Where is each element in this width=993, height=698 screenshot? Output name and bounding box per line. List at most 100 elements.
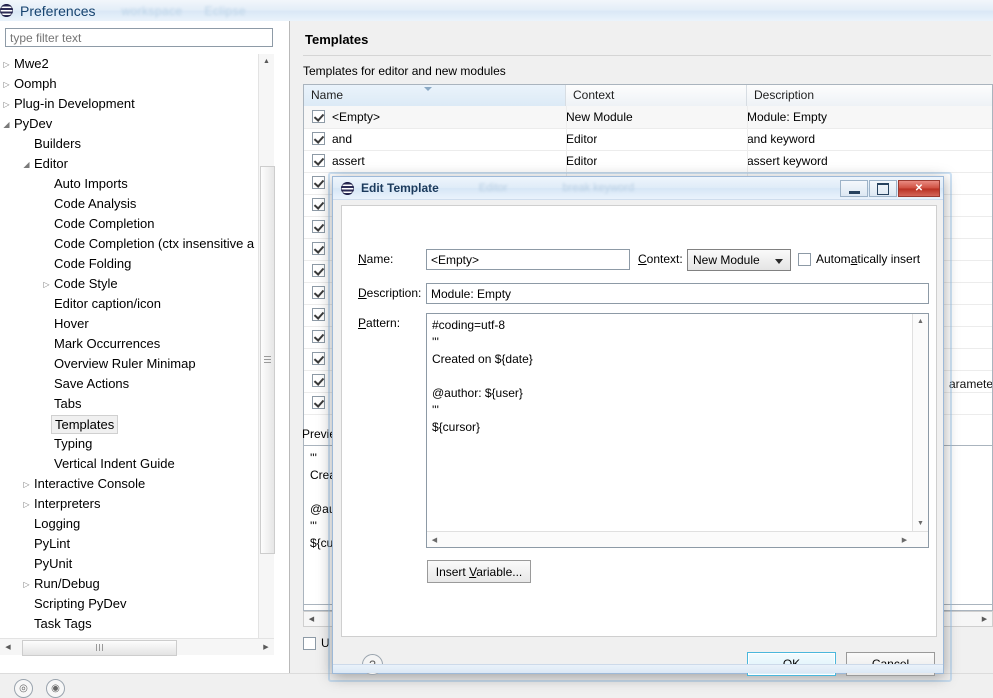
insert-variable-button[interactable]: Insert Variable... [427,560,531,583]
context-dropdown[interactable]: New Module [687,249,791,271]
sidebar-item-label: Code Completion [54,216,155,231]
row-checkbox[interactable] [312,220,325,233]
sidebar-item-plug-in-development[interactable]: ▷ Plug-in Development [0,94,289,114]
sidebar-item-pydev[interactable]: ◢ PyDev [0,114,289,134]
sidebar-item-mark-occurrences[interactable]: Mark Occurrences [0,334,289,354]
window-controls: ✕ [839,180,940,197]
sidebar-item-auto-imports[interactable]: Auto Imports [0,174,289,194]
pattern-horizontal-scrollbar[interactable]: ◀ ▶ [427,531,928,547]
column-header-name-label: Name [311,88,344,102]
tree-scroll-right-arrow[interactable]: ▶ [258,639,274,655]
sidebar-item-editor[interactable]: ◢ Editor [0,154,289,174]
sidebar-item-code-style[interactable]: ▷ Code Style [0,274,289,294]
table-row[interactable]: <Empty> New Module Module: Empty [304,106,992,128]
use-templates-checkbox-row[interactable]: U [303,636,330,650]
row-checkbox[interactable] [312,286,325,299]
filter-input[interactable] [5,28,273,47]
row-checkbox[interactable] [312,352,325,365]
sidebar-item-label: Builders [34,136,81,151]
pattern-vertical-scrollbar[interactable]: ▲ ▼ [912,314,928,531]
name-input[interactable] [426,249,630,270]
column-header-context[interactable]: Context [566,85,747,106]
sidebar-item-label: Typing [54,436,93,451]
pattern-text[interactable]: #coding=utf-8 ''' Created on ${date} @au… [427,314,912,531]
chevron-down-icon[interactable]: ◢ [1,114,12,134]
sidebar-item-typing[interactable]: Typing [0,434,289,454]
sidebar-item-mwe2[interactable]: ▷ Mwe2 [0,54,289,74]
sidebar-item-vertical-indent-guide[interactable]: Vertical Indent Guide [0,454,289,474]
row-checkbox[interactable] [312,132,325,145]
sidebar-item-run-debug[interactable]: ▷Run/Debug [0,574,289,594]
name-label: Name: [358,252,394,266]
row-checkbox[interactable] [312,176,325,189]
tree-scroll-left-arrow[interactable]: ◀ [0,639,16,655]
tree-vertical-scrollbar[interactable]: ▲ ▼ [258,54,275,648]
table-row[interactable]: assert Editor assert keyword [304,150,992,172]
row-checkbox[interactable] [312,264,325,277]
sidebar-item-save-actions[interactable]: Save Actions [0,374,289,394]
sidebar-item-hover[interactable]: Hover [0,314,289,334]
row-checkbox[interactable] [312,242,325,255]
description-input[interactable] [426,283,929,304]
table-scroll-right-arrow[interactable]: ▶ [977,612,992,626]
chevron-right-icon[interactable]: ▷ [21,574,32,594]
sidebar-item-templates[interactable]: Templates [0,414,289,434]
sidebar-item-scripting-pydev[interactable]: Scripting PyDev [0,594,289,614]
chevron-right-icon[interactable]: ▷ [41,274,52,294]
sidebar-item-oomph[interactable]: ▷ Oomph [0,74,289,94]
pattern-scroll-down-arrow[interactable]: ▼ [913,516,928,531]
automatically-insert-checkbox[interactable] [798,252,811,266]
sidebar-item-pylint[interactable]: PyLint [0,534,289,554]
row-checkbox[interactable] [312,110,325,123]
tree-horizontal-scrollbar-thumb[interactable] [22,640,177,656]
chevron-right-icon[interactable]: ▷ [1,74,12,94]
preferences-tree[interactable]: ▷ Mwe2 ▷ Oomph ▷ Plug-in Development ◢ PyDev Bui… [0,54,289,648]
row-checkbox[interactable] [312,396,325,409]
sidebar-item-code-analysis[interactable]: Code Analysis [0,194,289,214]
table-row[interactable]: and Editor and keyword [304,128,992,150]
use-templates-label: U [321,636,330,650]
close-button[interactable]: ✕ [898,180,940,197]
use-templates-checkbox[interactable] [303,636,316,650]
column-header-description[interactable]: Description [747,85,992,106]
sidebar-item-code-completion[interactable]: Code Completion [0,214,289,234]
chevron-down-icon[interactable]: ◢ [21,154,32,174]
sidebar-item-label: Overview Ruler Minimap [54,356,196,371]
sidebar-item-task-tags[interactable]: Task Tags [0,614,289,634]
tree-horizontal-scrollbar[interactable]: ◀ ▶ [0,638,274,656]
chevron-right-icon[interactable]: ▷ [21,494,32,514]
chevron-right-icon[interactable]: ▷ [1,54,12,74]
column-header-name[interactable]: Name [304,85,566,106]
sidebar-item-overview-ruler-minimap[interactable]: Overview Ruler Minimap [0,354,289,374]
sidebar-item-editor-caption-icon[interactable]: Editor caption/icon [0,294,289,314]
minimize-button[interactable] [840,180,868,197]
pattern-scroll-up-arrow[interactable]: ▲ [913,314,928,329]
pattern-scroll-right-arrow[interactable]: ▶ [897,532,912,547]
sidebar-item-interactive-console[interactable]: ▷ Interactive Console [0,474,289,494]
row-checkbox[interactable] [312,308,325,321]
maximize-button[interactable] [869,180,897,197]
pattern-scroll-left-arrow[interactable]: ◀ [427,532,442,547]
sidebar-item-code-folding[interactable]: Code Folding [0,254,289,274]
sidebar-item-builders[interactable]: Builders [0,134,289,154]
sidebar-item-logging[interactable]: Logging [0,514,289,534]
sidebar-item-label: Code Style [54,276,118,291]
row-checkbox[interactable] [312,154,325,167]
chevron-right-icon[interactable]: ▷ [21,474,32,494]
chevron-right-icon[interactable]: ▷ [1,94,12,114]
dialog-titlebar[interactable]: Edit Template Editor break keyword ✕ [333,177,943,200]
automatically-insert-row[interactable]: Automatically insert [798,252,920,266]
restore-defaults-icon[interactable]: ◎ [14,679,33,698]
row-checkbox[interactable] [312,374,325,387]
row-checkbox[interactable] [312,198,325,211]
sidebar-item-interpreters[interactable]: ▷ Interpreters [0,494,289,514]
tree-vertical-scrollbar-thumb[interactable] [260,166,275,554]
apply-icon[interactable]: ◉ [46,679,65,698]
pattern-editor[interactable]: #coding=utf-8 ''' Created on ${date} @au… [426,313,929,548]
sidebar-item-tabs[interactable]: Tabs [0,394,289,414]
tree-scroll-up-arrow[interactable]: ▲ [259,54,274,69]
row-checkbox[interactable] [312,330,325,343]
table-scroll-left-arrow[interactable]: ◀ [304,612,319,626]
sidebar-item-code-completion-ctx-insensitive-a[interactable]: Code Completion (ctx insensitive a [0,234,289,254]
sidebar-item-pyunit[interactable]: PyUnit [0,554,289,574]
